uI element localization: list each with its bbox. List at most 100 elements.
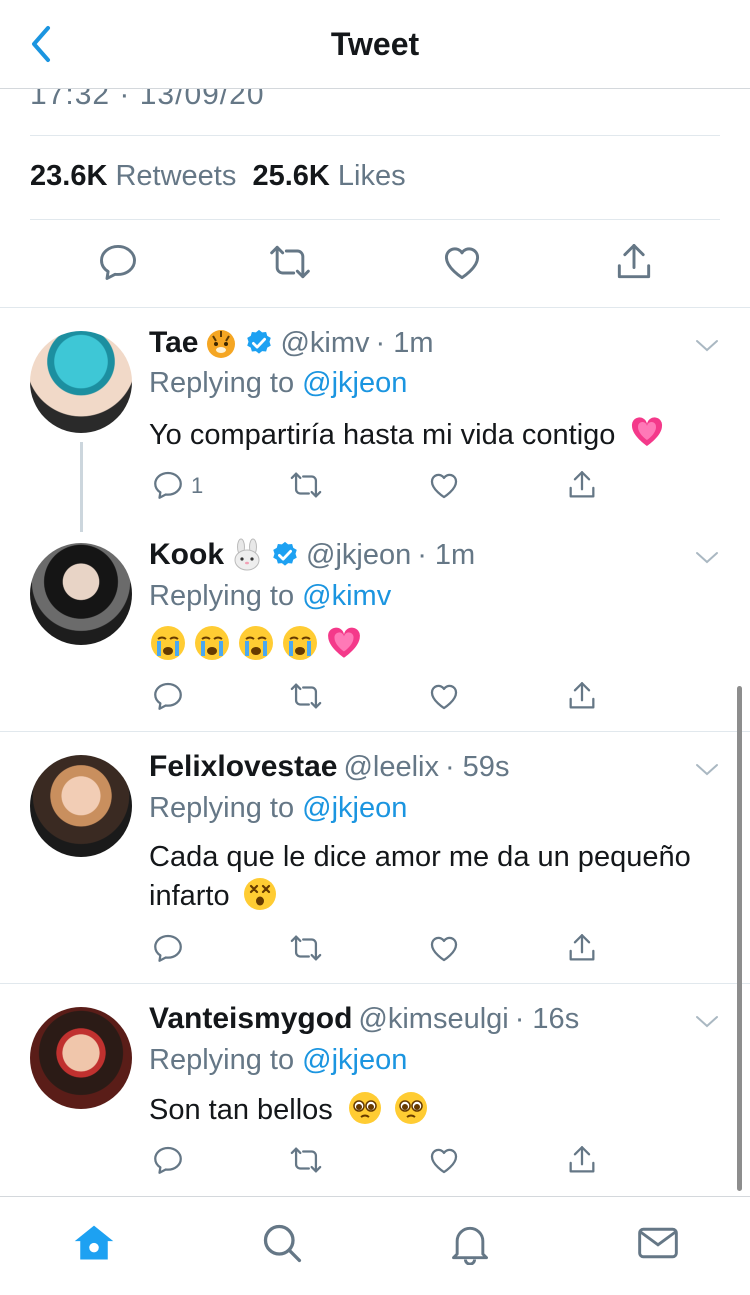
retweet-button[interactable] [289, 679, 323, 713]
retweet-button[interactable] [289, 468, 323, 502]
handle[interactable]: @jkjeon [306, 539, 411, 572]
reply-icon [100, 244, 136, 280]
tab-notifications[interactable] [448, 1221, 492, 1265]
chevron-down-icon[interactable] [694, 1009, 720, 1035]
replying-prefix: Replying to [149, 792, 295, 824]
tiger-emoji-icon [207, 330, 236, 358]
crying-face-emoji-icon [239, 626, 273, 660]
reply-count: 1 [191, 473, 204, 498]
tab-search[interactable] [260, 1221, 304, 1265]
display-name[interactable]: Vanteismygod [149, 1002, 352, 1036]
share-button[interactable] [612, 240, 656, 284]
reply-button[interactable] [96, 240, 140, 284]
retweet-icon [290, 683, 322, 709]
tab-home[interactable] [72, 1221, 116, 1265]
pleading-face-emoji-icon [348, 1092, 381, 1124]
time: · 1m [417, 538, 476, 571]
mention-link[interactable]: @jkjeon [302, 1044, 407, 1076]
reply-text-content: Cada que le dice amor me da un pequeño i… [149, 841, 691, 912]
avatar[interactable] [30, 543, 132, 645]
replying-to: Replying to @jkjeon [149, 792, 407, 825]
verified-badge-icon [247, 329, 272, 354]
share-icon [617, 244, 651, 279]
retweet-icon [290, 935, 322, 961]
display-name[interactable]: Felixlovestae [149, 750, 337, 784]
share-button[interactable] [565, 679, 599, 713]
likes-stat[interactable]: 25.6K Likes [252, 160, 405, 192]
reply-button[interactable] [151, 931, 185, 965]
heart-icon [430, 936, 458, 962]
retweets-stat[interactable]: 23.6K Retweets [30, 160, 236, 192]
replying-to: Replying to @kimv [149, 580, 391, 613]
share-button[interactable] [565, 468, 599, 502]
chevron-down-icon[interactable] [694, 545, 720, 571]
retweet-button[interactable] [289, 1143, 323, 1177]
time: · 16s [514, 1002, 580, 1035]
avatar[interactable] [30, 755, 132, 857]
replying-to: Replying to @jkjeon [149, 1044, 407, 1077]
verified-badge-icon [273, 541, 297, 566]
divider [30, 219, 720, 220]
mention-link[interactable]: @kimv [302, 580, 391, 612]
share-icon [569, 471, 595, 498]
chevron-down-icon[interactable] [694, 333, 720, 359]
reply-icon [154, 471, 182, 499]
retweets-count: 23.6K [30, 160, 108, 192]
pleading-face-emoji-icon [394, 1092, 427, 1124]
tab-messages[interactable] [636, 1221, 680, 1265]
handle[interactable]: @kimseulgi [358, 1003, 508, 1036]
home-icon [74, 1225, 114, 1260]
avatar[interactable] [30, 1007, 132, 1109]
crying-face-emoji-icon [195, 626, 229, 660]
handle[interactable]: @kimv [280, 327, 369, 360]
like-button[interactable] [427, 679, 461, 713]
replying-prefix: Replying to [149, 580, 295, 612]
retweet-button[interactable] [268, 240, 312, 284]
chevron-down-icon[interactable] [694, 757, 720, 783]
reply-emojis [149, 624, 363, 662]
reply-text-content: Yo compartiría hasta mi vida contigo [149, 419, 616, 451]
reply-header: Felixlovestae @leelix · 59s [149, 750, 509, 784]
heart-icon [430, 1148, 458, 1174]
mention-link[interactable]: @jkjeon [302, 792, 407, 824]
like-button[interactable] [427, 931, 461, 965]
time: · 1m [375, 326, 434, 359]
share-button[interactable] [565, 931, 599, 965]
reply-text: Yo compartiría hasta mi vida contigo [149, 414, 729, 454]
share-button[interactable] [565, 1143, 599, 1177]
retweet-icon [290, 472, 322, 498]
retweet-icon [270, 245, 310, 279]
reply-icon [154, 682, 182, 710]
avatar[interactable] [30, 331, 132, 433]
tweet-stats: 23.6K Retweets 25.6K Likes [30, 160, 406, 193]
reply-header: Tae @kimv · 1m [149, 326, 434, 360]
display-name[interactable]: Tae [149, 326, 198, 360]
display-name[interactable]: Kook [149, 538, 224, 572]
divider [0, 731, 750, 732]
share-icon [569, 934, 595, 961]
heart-emoji-icon [632, 417, 663, 446]
crying-face-emoji-icon [151, 626, 185, 660]
messages-icon [638, 1227, 678, 1259]
handle[interactable]: @leelix [343, 751, 439, 784]
rabbit-emoji-icon [234, 538, 260, 571]
mention-link[interactable]: @jkjeon [302, 367, 407, 399]
divider [0, 983, 750, 984]
thread-line [80, 442, 83, 532]
crying-face-emoji-icon [283, 626, 317, 660]
likes-count: 25.6K [252, 160, 330, 192]
divider [30, 135, 720, 136]
scrollbar[interactable] [737, 686, 742, 1191]
reply-text: Son tan bellos [149, 1090, 729, 1129]
reply-button[interactable] [151, 1143, 185, 1177]
like-button[interactable] [427, 468, 461, 502]
like-button[interactable] [427, 1143, 461, 1177]
reply-icon [154, 1146, 182, 1174]
reply-header: Kook @jkjeon · 1m [149, 538, 475, 572]
reply-button[interactable] [151, 468, 185, 502]
retweet-button[interactable] [289, 931, 323, 965]
search-icon [263, 1224, 302, 1263]
reply-button[interactable] [151, 679, 185, 713]
reply-text: Cada que le dice amor me da un pequeño i… [149, 838, 729, 915]
like-button[interactable] [440, 240, 484, 284]
